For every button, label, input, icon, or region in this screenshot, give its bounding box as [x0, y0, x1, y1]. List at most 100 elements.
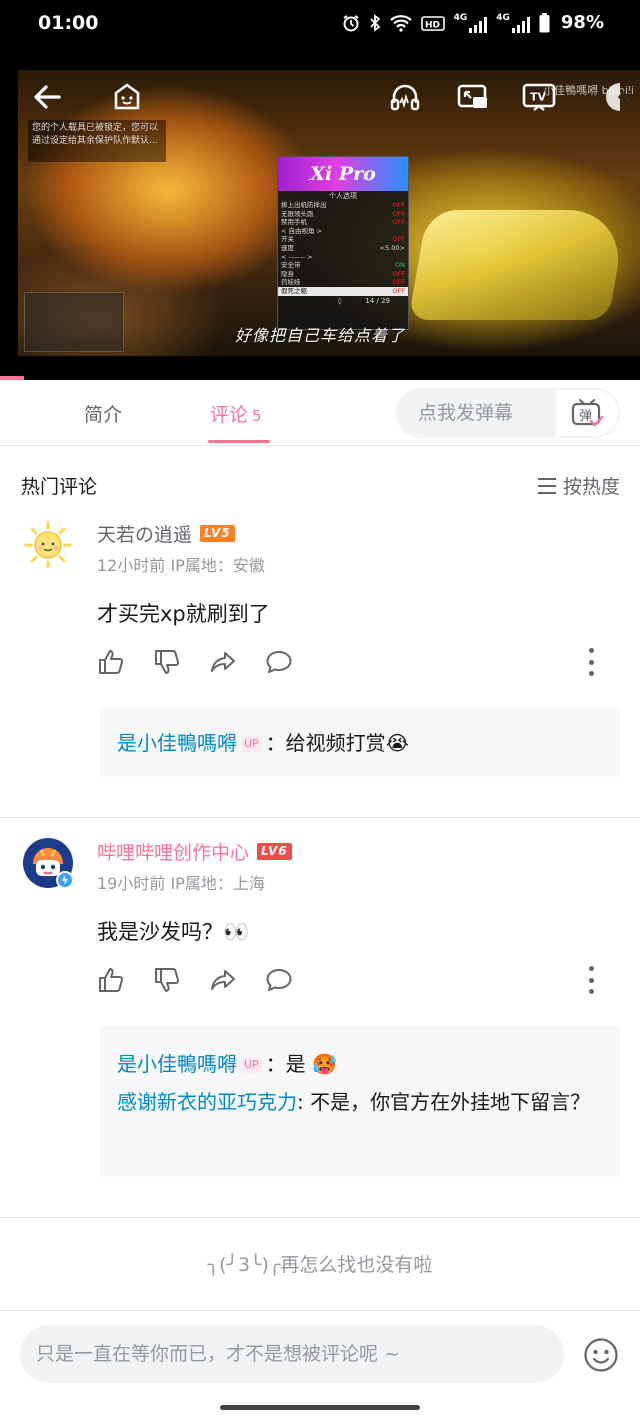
more-options-button[interactable] — [586, 966, 596, 994]
level-badge: LV5 — [200, 525, 235, 542]
thumbs-down-icon — [155, 968, 180, 992]
emoji-button[interactable] — [583, 1337, 619, 1373]
sort-list-icon — [537, 477, 556, 494]
comment-username[interactable]: 天若の逍遥 LV5 — [97, 520, 235, 547]
avatar[interactable] — [23, 838, 74, 889]
cheat-menu-row: < 自由视角 > — [278, 227, 408, 236]
chat-bubble-icon — [266, 651, 292, 673]
sun-avatar-icon — [24, 521, 72, 569]
cheat-menu-title: Xi Pro — [278, 157, 408, 191]
comment-actions — [97, 966, 293, 994]
headphones-icon — [390, 84, 420, 111]
sort-button[interactable]: 按热度 — [537, 472, 620, 499]
audio-mode-button[interactable] — [384, 76, 426, 118]
reply-text: ：给视频打赏😭 — [265, 731, 410, 755]
dislike-button[interactable] — [153, 966, 181, 994]
dislike-button[interactable] — [153, 648, 181, 676]
cheat-menu-row-label: 无限领头跑 — [281, 209, 314, 218]
share-button[interactable] — [209, 966, 237, 994]
hot-comments-title: 热门评论 — [21, 476, 98, 498]
share-icon — [211, 652, 235, 672]
creator-center-avatar-icon — [23, 838, 74, 889]
alarm-icon — [343, 14, 359, 31]
cheat-menu-rows: 摔上出机防摔出 OFF 无限领头跑 OFF 禁用手机 OFF < 自由视角 > 开关 OFF 速度… — [278, 201, 408, 296]
reply-text: ：是 🥵 — [265, 1052, 337, 1076]
reply-username[interactable]: 感谢新衣的亚巧克力 — [117, 1090, 297, 1114]
active-tab-indicator — [208, 440, 270, 443]
comment-count: 5 — [252, 407, 262, 425]
home-indicator[interactable] — [220, 1405, 420, 1410]
share-button[interactable] — [209, 648, 237, 676]
cheat-menu-row: < ------- > — [278, 253, 408, 262]
svg-text:HD: HD — [425, 20, 440, 30]
danmaku-input[interactable]: 点我发弹幕 — [396, 388, 552, 438]
danmaku-toggle-button[interactable]: 弹 — [554, 388, 620, 438]
cheat-menu-row-label: 药娃娃 — [281, 278, 301, 287]
collapse-button[interactable] — [600, 76, 640, 118]
comment-input[interactable]: 只是一直在等你而已，才不是想被评论呢 ~ — [20, 1325, 564, 1383]
cheat-menu-page: 14 / 29 — [365, 296, 390, 305]
cheat-menu-row-label: 禁用手机 — [281, 218, 307, 227]
up-badge: UP — [241, 736, 262, 752]
cheat-menu-row: 摔上出机防摔出 OFF — [278, 201, 408, 210]
cheat-menu-row: 无限领头跑 OFF — [278, 210, 408, 219]
home-button[interactable] — [106, 76, 148, 118]
back-button[interactable] — [26, 76, 68, 118]
comment-text: 才买完xp就刷到了 — [97, 602, 270, 626]
avatar[interactable] — [23, 520, 73, 570]
tv-home-icon — [114, 83, 140, 110]
emoji-face-icon — [584, 1338, 618, 1372]
status-icons: HD 4G 4G 98% — [342, 12, 604, 33]
like-button[interactable] — [97, 648, 125, 676]
cheat-menu-row: 禁用手机 OFF — [278, 218, 408, 227]
comment-item: 哔哩哔哩创作中心 LV6 19小时前 IP属地：上海 我是沙发吗？👀 是小佳鴨嗎… — [0, 828, 640, 1198]
cheat-menu-row: 假死之躯 OFF — [278, 286, 408, 296]
thumbs-up-icon — [99, 650, 124, 674]
end-of-comments: ╮(╯3╰)╭再怎么找也没有啦 — [207, 1254, 433, 1276]
hot-comments-header: 热门评论 按热度 — [0, 458, 640, 510]
content-tabs: 简介 评论 5 点我发弹幕 弹 — [0, 380, 640, 446]
cheat-menu-row-state: OFF — [392, 286, 405, 295]
cheat-menu-footer: ◊ 14 / 29 — [278, 296, 408, 305]
cheat-menu-row-state: <5.00> — [379, 243, 405, 252]
network-4g-1: 4G — [454, 13, 488, 33]
cheat-menu-row-state: OFF — [392, 278, 405, 287]
video-car-shape — [408, 210, 628, 320]
cheat-menu-row-label: 开关 — [281, 235, 294, 244]
bluetooth-icon — [369, 13, 380, 32]
game-notice: 您的个人载具已被锁定，您可以通过设定给其余保护队作默认... — [28, 120, 166, 162]
reply-username[interactable]: 是小佳鴨嗎嘚 — [117, 1052, 237, 1076]
comment-meta: 12小时前 IP属地：安徽 — [97, 556, 265, 575]
share-icon — [211, 970, 235, 990]
hd-icon: HD — [420, 15, 445, 31]
back-arrow-icon — [34, 85, 61, 109]
video-player[interactable]: 您的个人载具已被锁定，您可以通过设定给其余保护队作默认... Xi Pro 个人… — [0, 48, 640, 380]
more-options-button[interactable] — [586, 648, 596, 676]
cheat-menu-row: 开关 OFF — [278, 235, 408, 244]
reply-text: : 不是，你官方在外挂地下留言？ — [297, 1090, 591, 1114]
tab-comments[interactable]: 评论 5 — [210, 400, 262, 427]
pip-button[interactable] — [452, 76, 494, 118]
like-button[interactable] — [97, 966, 125, 994]
cheat-menu-row-label: 假死之躯 — [281, 286, 307, 295]
reply-preview[interactable]: 是小佳鴨嗎嘚 UP ：给视频打赏😭 — [100, 708, 620, 778]
reply-username[interactable]: 是小佳鴨嗎嘚 — [117, 731, 237, 755]
cheat-menu-row-state: ON — [395, 261, 405, 270]
tab-intro[interactable]: 简介 — [84, 400, 122, 427]
cheat-menu-row-state: OFF — [392, 269, 405, 278]
comment-text: 我是沙发吗？👀 — [97, 920, 250, 944]
cheat-menu-arrows: ◊ — [338, 296, 342, 305]
double-chevron-left-icon — [606, 83, 631, 111]
cheat-menu-row-label: 摔上出机防摔出 — [281, 201, 327, 209]
battery-percent: 98% — [560, 12, 604, 33]
cheat-menu-row: 安全带 ON — [278, 261, 408, 270]
cheat-menu-row-state: OFF — [392, 209, 405, 218]
reply-button[interactable] — [265, 966, 293, 994]
reply-button[interactable] — [265, 648, 293, 676]
cheat-menu-row-state: OFF — [392, 218, 405, 227]
comment-username[interactable]: 哔哩哔哩创作中心 LV6 — [97, 838, 292, 865]
cheat-menu-row-label: 安全带 — [281, 261, 301, 270]
reply-line: 是小佳鴨嗎嘚 UP ：是 🥵 — [117, 1044, 603, 1084]
picture-in-picture-icon — [457, 84, 487, 108]
reply-preview[interactable]: 是小佳鴨嗎嘚 UP ：是 🥵 感谢新衣的亚巧克力: 不是，你官方在外挂地下留言？ — [100, 1026, 620, 1178]
